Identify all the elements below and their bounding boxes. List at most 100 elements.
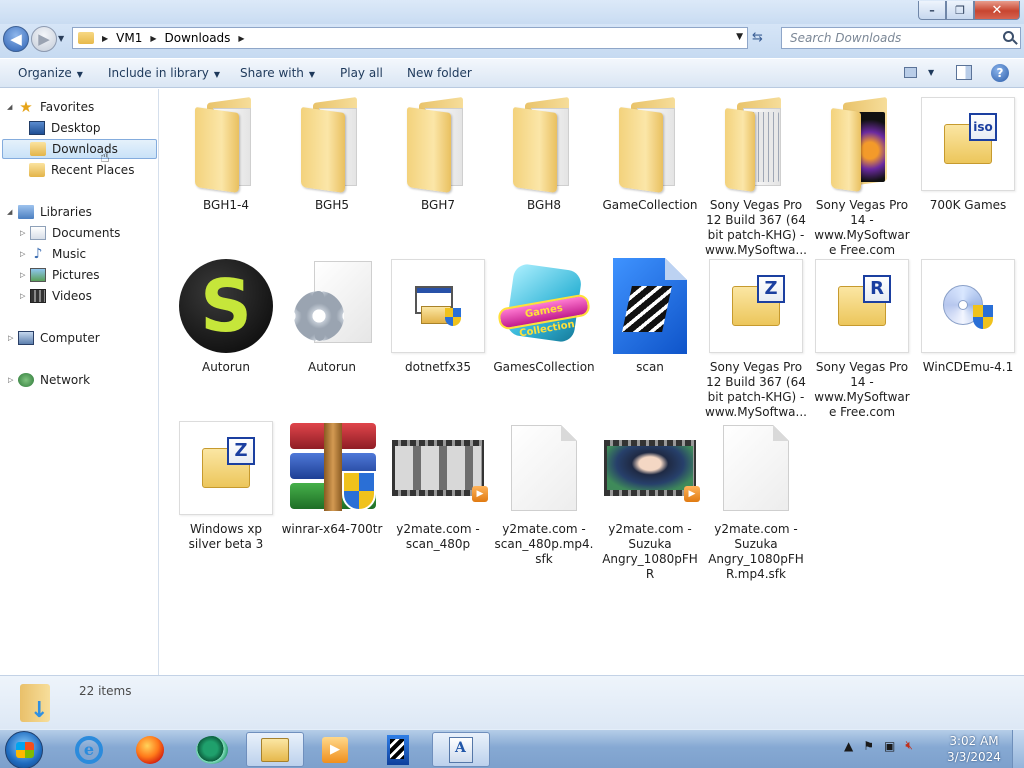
rar-archive-icon: R	[815, 259, 909, 353]
desktop-icon	[29, 121, 45, 135]
maximize-button[interactable]: ❐	[946, 1, 974, 20]
file-item[interactable]: Z Windows xp silver beta 3	[175, 420, 277, 552]
search-icon[interactable]	[1003, 31, 1014, 42]
file-item[interactable]: BGH7	[387, 96, 489, 213]
back-button[interactable]: ◀	[3, 26, 29, 52]
taskbar-app[interactable]	[183, 732, 241, 767]
file-item[interactable]: BGH1-4	[175, 96, 277, 213]
collapse-triangle-icon[interactable]: ▷	[20, 292, 25, 300]
play-all-button[interactable]: Play all	[340, 66, 383, 80]
folder-icon	[403, 96, 473, 194]
show-hidden-icons-icon[interactable]: ▲	[844, 739, 853, 753]
taskbar-vegas[interactable]	[369, 732, 427, 767]
file-item[interactable]: WinCDEmu-4.1	[917, 258, 1019, 375]
navigation-pane: ◢ ★ Favorites Desktop Downloads Recent P…	[0, 89, 159, 675]
file-item[interactable]: Autorun	[281, 258, 383, 375]
action-center-flag-icon[interactable]: ⚑	[863, 739, 874, 753]
chevron-right-icon[interactable]: ▶	[102, 34, 108, 43]
taskbar-explorer[interactable]	[246, 732, 304, 767]
refresh-icon[interactable]: ⇆	[752, 30, 763, 45]
organize-button[interactable]: Organize ▼	[18, 66, 83, 80]
expand-triangle-icon[interactable]: ◢	[7, 103, 12, 111]
file-item[interactable]: iso 700K Games	[917, 96, 1019, 213]
file-item[interactable]: Games Collection GamesCollection	[493, 258, 595, 375]
folder-with-documents-icon	[721, 96, 791, 193]
music-icon: ♪	[33, 246, 43, 262]
taskbar-firefox[interactable]	[121, 732, 179, 767]
folder-with-media-icon	[827, 96, 897, 193]
file-name: Sony Vegas Pro 12 Build 367 (64 bit patc…	[705, 198, 807, 257]
show-desktop-button[interactable]	[1012, 730, 1024, 768]
collapse-triangle-icon[interactable]: ▷	[20, 271, 25, 279]
file-item[interactable]: ▶ y2mate.com - scan_480p	[387, 420, 489, 552]
volume-muted-icon[interactable]: 🔇︎	[905, 738, 913, 753]
file-item[interactable]: y2mate.com - Suzuka Angry_1080pFHR.mp4.s…	[705, 420, 807, 582]
nav-computer[interactable]: ▷ Computer	[8, 328, 100, 348]
file-item[interactable]: S Autorun	[175, 258, 277, 375]
file-item[interactable]: GameCollection	[599, 96, 701, 213]
nav-network[interactable]: ▷ Network	[8, 370, 90, 390]
play-badge-icon: ▶	[684, 486, 700, 502]
arrow-down-icon: ↓	[30, 698, 49, 723]
taskbar-media-player[interactable]: ▶	[306, 732, 364, 767]
nav-documents[interactable]: ▷ Documents	[20, 223, 120, 243]
clock[interactable]: 3:02 AM 3/3/2024	[944, 733, 1004, 765]
mouse-cursor-icon: ☝	[100, 147, 110, 166]
nav-recent-places[interactable]: Recent Places	[29, 160, 134, 180]
chevron-down-icon: ▼	[213, 70, 221, 79]
blank-file-icon	[511, 425, 577, 511]
minimize-button[interactable]: –	[918, 1, 946, 20]
file-name: Autorun	[307, 360, 356, 374]
file-item[interactable]: ▶ y2mate.com - Suzuka Angry_1080pFHR	[599, 420, 701, 582]
share-with-button[interactable]: Share with ▼	[240, 66, 315, 80]
chevron-down-icon[interactable]: ▼	[736, 32, 743, 42]
address-bar[interactable]: ▶ VM1 ▶ Downloads ▶ ▼	[72, 27, 748, 49]
recent-pages-dropdown[interactable]: ▼	[58, 34, 64, 43]
close-button[interactable]: ✕	[974, 1, 1020, 20]
expand-triangle-icon[interactable]: ◢	[7, 208, 12, 216]
start-button[interactable]	[5, 731, 43, 768]
include-in-library-button[interactable]: Include in library ▼	[108, 66, 220, 80]
file-name: GamesCollection	[493, 360, 595, 374]
new-folder-button[interactable]: New folder	[407, 66, 472, 80]
item-count: 22 items	[79, 684, 132, 698]
change-view-icon[interactable]	[904, 67, 917, 78]
collapse-triangle-icon[interactable]: ▷	[20, 250, 25, 258]
internet-explorer-icon: e	[75, 735, 103, 764]
nav-pictures[interactable]: ▷ Pictures	[20, 265, 100, 285]
search-input[interactable]: Search Downloads	[781, 27, 1021, 49]
collapse-triangle-icon[interactable]: ▷	[8, 334, 13, 342]
chevron-down-icon[interactable]: ▼	[928, 68, 934, 77]
clock-date: 3/3/2024	[947, 750, 1001, 764]
nav-desktop[interactable]: Desktop	[29, 118, 101, 138]
nav-libraries[interactable]: ◢ Libraries	[7, 202, 92, 222]
file-item[interactable]: Z Sony Vegas Pro 12 Build 367 (64 bit pa…	[705, 258, 807, 420]
nav-downloads[interactable]: Downloads	[2, 139, 157, 159]
collapse-triangle-icon[interactable]: ▷	[8, 376, 13, 384]
help-icon[interactable]: ?	[991, 64, 1009, 82]
file-item[interactable]: Sony Vegas Pro 12 Build 367 (64 bit patc…	[705, 96, 807, 258]
breadcrumb-downloads[interactable]: Downloads	[165, 31, 231, 45]
nav-videos[interactable]: ▷ Videos	[20, 286, 92, 306]
preview-pane-icon[interactable]	[956, 65, 972, 80]
file-item[interactable]: R Sony Vegas Pro 14 - www.MySoftware Fre…	[811, 258, 913, 420]
file-item[interactable]: BGH8	[493, 96, 595, 213]
chevron-right-icon[interactable]: ▶	[150, 34, 156, 43]
file-item[interactable]: BGH5	[281, 96, 383, 213]
archive-badge: Z	[227, 437, 255, 465]
file-item[interactable]: Sony Vegas Pro 14 - www.MySoftware Free.…	[811, 96, 913, 258]
collapse-triangle-icon[interactable]: ▷	[20, 229, 25, 237]
taskbar-internet-explorer[interactable]: e	[60, 732, 118, 767]
file-item[interactable]: scan	[599, 258, 701, 375]
forward-button[interactable]: ▶	[31, 26, 57, 52]
file-item[interactable]: winrar-x64-700tr	[281, 420, 383, 537]
file-item[interactable]: dotnetfx35	[387, 258, 489, 375]
nav-network-label: Network	[40, 373, 91, 387]
nav-music[interactable]: ▷ ♪ Music	[20, 244, 86, 264]
taskbar-wordpad[interactable]	[432, 732, 490, 767]
file-item[interactable]: y2mate.com - scan_480p.mp4.sfk	[493, 420, 595, 567]
network-tray-icon[interactable]: ▣	[884, 739, 895, 753]
chevron-right-icon[interactable]: ▶	[238, 34, 244, 43]
nav-favorites[interactable]: ◢ ★ Favorites	[7, 97, 94, 117]
breadcrumb-vm1[interactable]: VM1	[116, 31, 142, 45]
